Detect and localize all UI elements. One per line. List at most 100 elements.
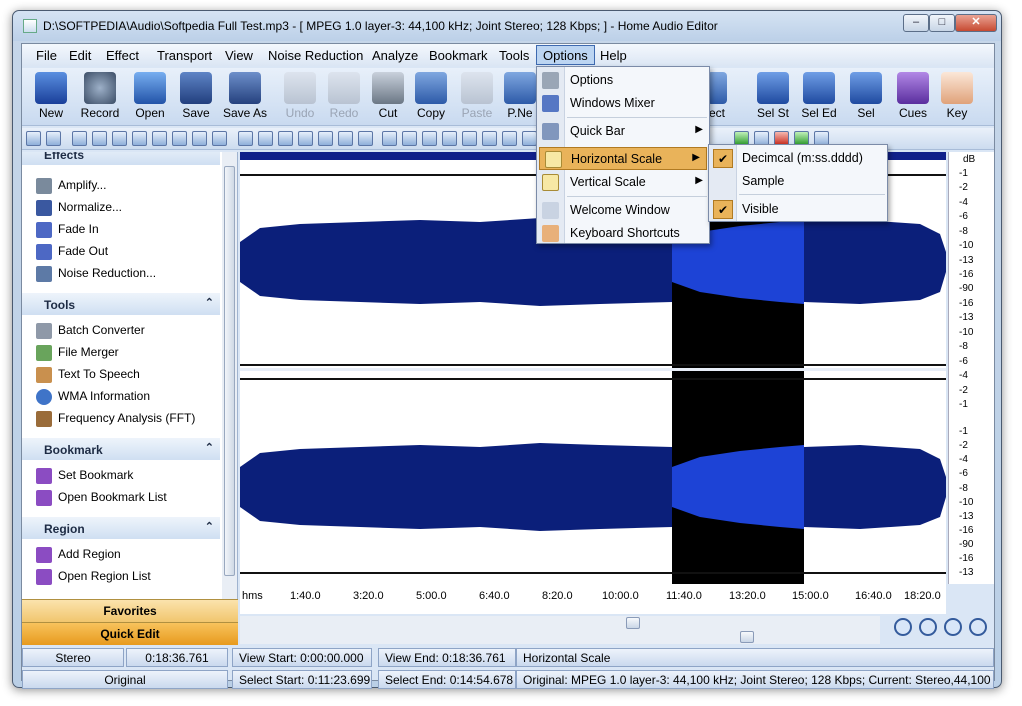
task-batch-converter[interactable]: Batch Converter (36, 323, 145, 341)
task-fade-out[interactable]: Fade Out (36, 244, 108, 262)
task-noise-reduction[interactable]: Noise Reduction... (36, 266, 156, 284)
save-button[interactable]: Save (174, 70, 218, 124)
menu-item-vertical-scale[interactable]: Vertical Scale ▶ (537, 171, 709, 194)
menu-transport[interactable]: Transport (157, 48, 212, 63)
menu-analyze[interactable]: Analyze (372, 48, 418, 63)
menu-item-keyboard-shortcuts[interactable]: Keyboard Shortcuts (537, 222, 709, 245)
effect-icon[interactable] (482, 131, 497, 146)
task-panel-scrollbar[interactable] (222, 152, 237, 627)
effect-icon[interactable] (338, 131, 353, 146)
sel-button[interactable]: Sel (846, 70, 886, 124)
menu-item-horizontal-scale[interactable]: Horizontal Scale ▶ (539, 147, 707, 170)
time-ruler[interactable]: hms 1:40.0 3:20.0 5:00.0 6:40.0 8:20.0 1… (240, 584, 946, 614)
close-button[interactable]: ✕ (955, 14, 997, 32)
redo-button[interactable]: Redo (324, 70, 364, 124)
menu-file[interactable]: File (36, 48, 57, 63)
menu-options[interactable]: Options (536, 45, 595, 65)
menu-edit[interactable]: Edit (69, 48, 91, 63)
cues-button[interactable]: Cues (892, 70, 934, 124)
effect-icon[interactable] (132, 131, 147, 146)
copy-button[interactable]: Copy (410, 70, 452, 124)
zoom-out-icon[interactable] (919, 618, 937, 636)
right-channel-waveform[interactable] (240, 437, 946, 537)
menu-item-visible[interactable]: ✔ Visible (709, 198, 887, 221)
app-icon[interactable] (23, 19, 37, 33)
task-text-to-speech[interactable]: Text To Speech (36, 367, 140, 385)
task-file-merger[interactable]: File Merger (36, 345, 119, 363)
effect-icon[interactable] (522, 131, 537, 146)
collapse-icon[interactable]: ⌃ (205, 152, 214, 159)
settings-icon[interactable] (26, 131, 41, 146)
task-frequency-analysis[interactable]: Frequency Analysis (FFT) (36, 411, 195, 429)
menu-help[interactable]: Help (600, 48, 627, 63)
menu-item-windows-mixer[interactable]: Windows Mixer (537, 92, 709, 115)
menu-item-options[interactable]: Options (537, 69, 709, 92)
new-button[interactable]: New (28, 70, 74, 124)
effect-icon[interactable] (152, 131, 167, 146)
paste-new-button[interactable]: P.Ne (502, 70, 538, 124)
effect-icon[interactable] (402, 131, 417, 146)
collapse-icon[interactable]: ⌃ (205, 296, 214, 309)
favorites-bar[interactable]: Favorites (22, 599, 238, 622)
task-amplify[interactable]: Amplify... (36, 178, 106, 196)
tools-section-header[interactable]: Tools ⌃ (22, 293, 220, 315)
menu-bookmark[interactable]: Bookmark (429, 48, 488, 63)
key-button[interactable]: Key (938, 70, 976, 124)
task-set-bookmark[interactable]: Set Bookmark (36, 468, 133, 486)
quick-edit-bar[interactable]: Quick Edit (22, 622, 238, 645)
minimize-button[interactable]: – (903, 14, 929, 32)
paste-button[interactable]: Paste (456, 70, 498, 124)
effect-icon[interactable] (212, 131, 227, 146)
effect-icon[interactable] (318, 131, 333, 146)
effect-icon[interactable] (442, 131, 457, 146)
effect-icon[interactable] (238, 131, 253, 146)
effect-icon[interactable] (72, 131, 87, 146)
collapse-icon[interactable]: ⌃ (205, 520, 214, 533)
menu-item-decimal[interactable]: ✔ Decimcal (m:ss.dddd) (709, 147, 887, 170)
record-button[interactable]: Record (76, 70, 124, 124)
zoom-selection-icon[interactable] (944, 618, 962, 636)
effect-icon[interactable] (278, 131, 293, 146)
zoom-scrollbar[interactable] (240, 630, 880, 644)
effect-icon[interactable] (112, 131, 127, 146)
cut-button[interactable]: Cut (368, 70, 408, 124)
menu-item-welcome-window[interactable]: Welcome Window (537, 199, 709, 222)
zoom-in-icon[interactable] (894, 618, 912, 636)
scroll-thumb[interactable] (224, 166, 235, 576)
task-open-region-list[interactable]: Open Region List (36, 569, 151, 587)
task-open-bookmark-list[interactable]: Open Bookmark List (36, 490, 167, 508)
select-end-button[interactable]: Sel Ed (798, 70, 840, 124)
region-section-header[interactable]: Region ⌃ (22, 517, 220, 539)
bookmark-section-header[interactable]: Bookmark ⌃ (22, 438, 220, 460)
menu-noise-reduction[interactable]: Noise Reduction (268, 48, 363, 63)
horizontal-scrollbar[interactable] (240, 616, 880, 630)
maximize-button[interactable]: □ (929, 14, 955, 32)
effect-icon[interactable] (172, 131, 187, 146)
scroll-thumb[interactable] (740, 631, 754, 643)
zoom-fit-icon[interactable] (969, 618, 987, 636)
menu-item-quick-bar[interactable]: Quick Bar ▶ (537, 120, 709, 143)
effects-section-header[interactable]: Effects ⌃ (22, 152, 220, 165)
effect-icon[interactable] (192, 131, 207, 146)
effect-icon[interactable] (462, 131, 477, 146)
task-normalize[interactable]: Normalize... (36, 200, 122, 218)
menu-tools[interactable]: Tools (499, 48, 529, 63)
task-add-region[interactable]: Add Region (36, 547, 121, 565)
open-button[interactable]: Open (128, 70, 172, 124)
effect-icon[interactable] (358, 131, 373, 146)
undo-button[interactable]: Undo (280, 70, 320, 124)
task-fade-in[interactable]: Fade In (36, 222, 99, 240)
effect-icon[interactable] (92, 131, 107, 146)
effect-icon[interactable] (258, 131, 273, 146)
effect-icon[interactable] (422, 131, 437, 146)
effect-icon[interactable] (382, 131, 397, 146)
menu-effect[interactable]: Effect (106, 48, 139, 63)
task-wma-information[interactable]: WMA Information (36, 389, 150, 407)
menu-item-sample[interactable]: Sample (709, 170, 887, 193)
effect-icon[interactable] (298, 131, 313, 146)
effect-icon[interactable] (502, 131, 517, 146)
menu-view[interactable]: View (225, 48, 253, 63)
save-as-button[interactable]: Save As (220, 70, 270, 124)
title-bar[interactable]: D:\SOFTPEDIA\Audio\Softpedia Full Test.m… (13, 11, 1001, 41)
speaker-icon[interactable] (46, 131, 61, 146)
